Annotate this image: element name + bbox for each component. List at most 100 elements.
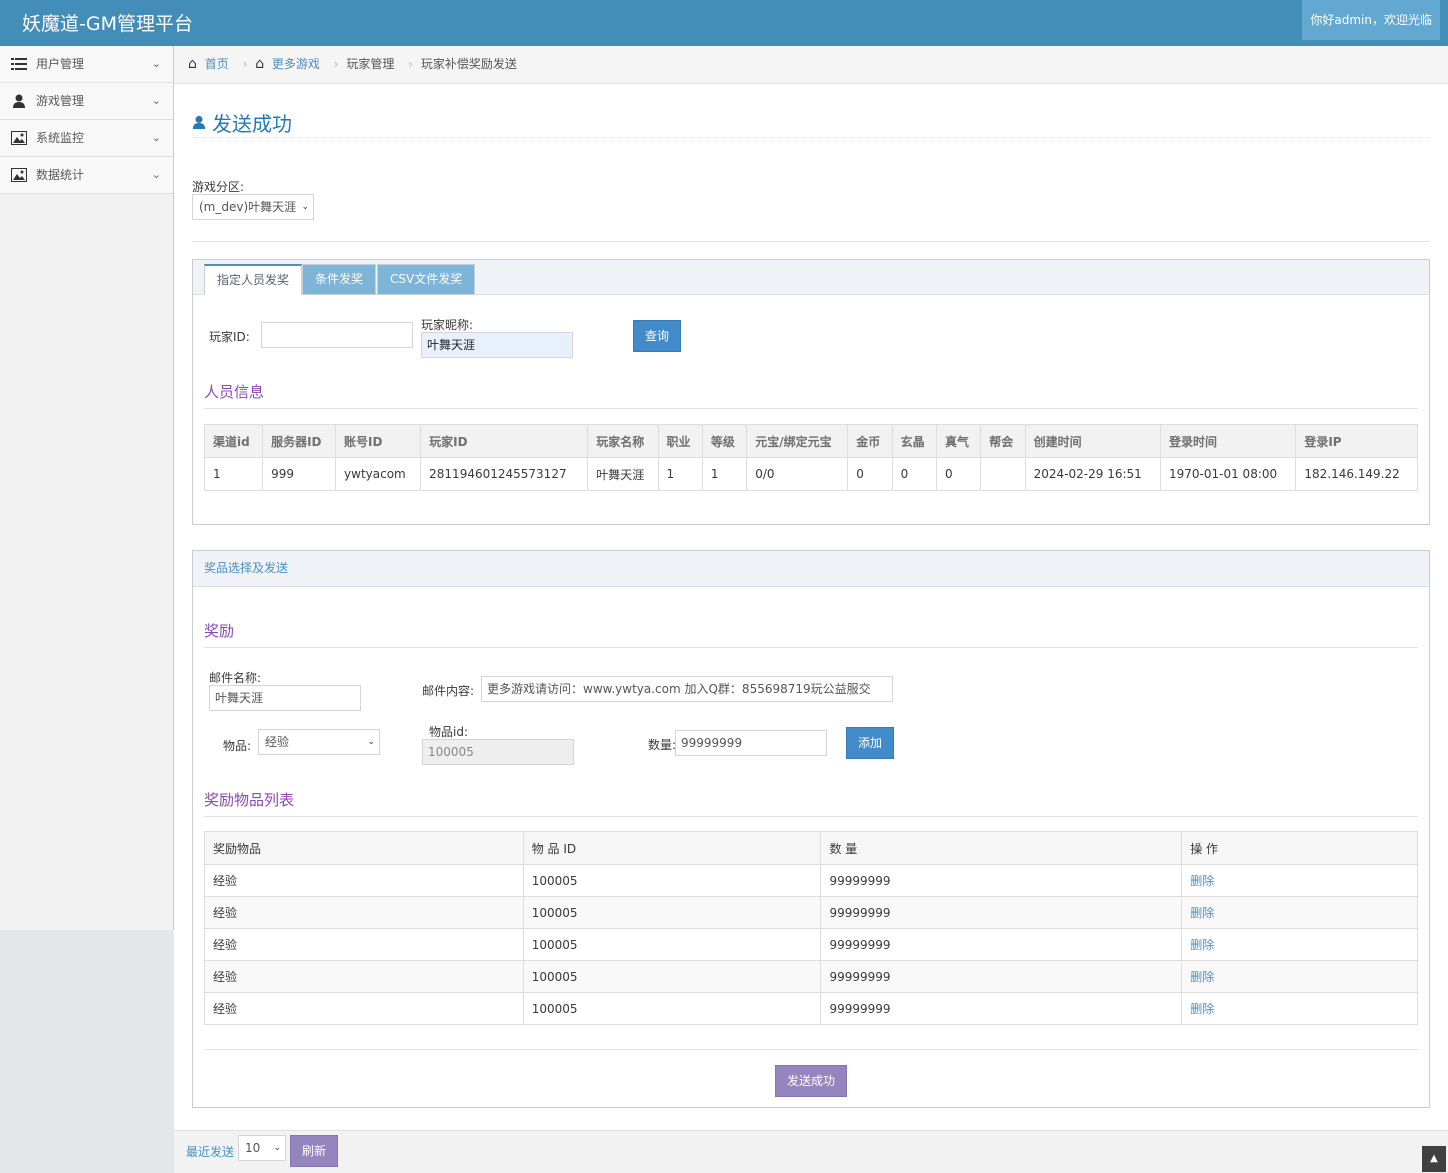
table-cell: 99999999	[820, 928, 1183, 961]
table-row: 经验 100005 99999999 删除	[204, 992, 1418, 1025]
delete-link[interactable]: 删除	[1181, 992, 1418, 1025]
column-header: 操 作	[1181, 831, 1418, 865]
quantity-input[interactable]: 99999999	[675, 730, 827, 756]
player-search-widget: 指定人员发奖 条件发奖 CSV文件发奖 玩家ID: 玩家昵称: 叶舞天涯 查询 …	[192, 259, 1430, 525]
table-cell: 2024-02-29 16:51	[1024, 457, 1162, 491]
table-cell	[980, 457, 1026, 491]
column-header: 物 品 ID	[522, 831, 822, 865]
zone-select-value: (m_dev)叶舞天涯	[199, 200, 297, 214]
mail-content-input[interactable]: 更多游戏请访问：www.ywtya.com 加入Q群：855698719玩公益服…	[481, 676, 893, 702]
delete-link[interactable]: 删除	[1181, 928, 1418, 961]
column-header: 创建时间	[1024, 424, 1162, 458]
item-select[interactable]: 经验 ⌄	[258, 729, 380, 755]
table-cell: 100005	[522, 864, 822, 897]
table-cell: 100005	[522, 896, 822, 929]
table-cell: 0	[847, 457, 893, 491]
column-header: 登录时间	[1159, 424, 1297, 458]
table-cell: 0/0	[746, 457, 849, 491]
sidebar-item-user-management[interactable]: 用户管理 ⌄	[0, 46, 173, 83]
send-button[interactable]: 发送成功	[775, 1065, 847, 1097]
refresh-button[interactable]: 刷新	[290, 1135, 338, 1167]
table-cell: 0	[935, 457, 982, 491]
table-cell: 99999999	[820, 864, 1183, 897]
column-header: 职业	[657, 424, 703, 458]
add-button[interactable]: 添加	[846, 727, 894, 759]
chevron-down-icon: ⌄	[151, 131, 161, 144]
column-header: 奖励物品	[204, 831, 524, 865]
breadcrumb-separator: ›	[333, 57, 339, 71]
mail-content-label: 邮件内容:	[422, 684, 475, 698]
nickname-input[interactable]: 叶舞天涯	[421, 332, 573, 358]
recent-count-value: 10	[245, 1141, 261, 1155]
table-row: 经验 100005 99999999 删除	[204, 864, 1418, 897]
table-row: 经验 100005 99999999 删除	[204, 896, 1418, 929]
chevron-down-icon: ⌄	[273, 1143, 281, 1153]
user-icon	[192, 115, 206, 129]
recent-count-select[interactable]: 10 ⌄	[238, 1135, 286, 1161]
tab-bar: 指定人员发奖 条件发奖 CSV文件发奖	[193, 260, 1429, 295]
column-header: 账号ID	[335, 424, 422, 458]
picture-icon	[11, 168, 27, 182]
delete-link[interactable]: 删除	[1181, 960, 1418, 993]
divider	[204, 408, 1418, 409]
list-icon	[11, 58, 27, 70]
table-cell: 100005	[522, 928, 822, 961]
player-info-table: 渠道id 服务器ID 账号ID 玩家ID 玩家名称 职业 等级 元宝/绑定元宝 金币 玄晶 真气 帮会…	[203, 424, 1418, 491]
nickname-label: 玩家昵称:	[421, 318, 474, 332]
table-cell: 182.146.149.22	[1295, 457, 1418, 491]
top-navbar: 妖魔道-GM管理平台 你好admin，欢迎光临	[0, 0, 1448, 46]
mail-name-label: 邮件名称:	[209, 671, 262, 685]
recent-send-bar: 最近发送 10 ⌄ 刷新	[174, 1130, 1448, 1173]
table-cell: 281194601245573127	[420, 457, 589, 491]
table-row: 经验 100005 99999999 删除	[204, 928, 1418, 961]
reward-list-title: 奖励物品列表	[204, 791, 295, 809]
table-cell: 经验	[204, 864, 524, 897]
picture-icon	[11, 131, 27, 145]
sidebar-item-label: 数据统计	[36, 168, 85, 182]
table-cell: 经验	[204, 960, 524, 993]
table-cell: 99999999	[820, 896, 1183, 929]
breadcrumb-player-management: 玩家管理	[346, 57, 395, 71]
breadcrumb: ⌂ 首页 › ⌂ 更多游戏 › 玩家管理 › 玩家补偿奖励发送	[174, 46, 1448, 84]
tab-specified-players[interactable]: 指定人员发奖	[204, 264, 303, 295]
table-cell: 1	[701, 457, 748, 491]
scroll-top-button[interactable]: ▲	[1422, 1146, 1446, 1172]
item-id-label: 物品id:	[429, 725, 468, 739]
divider	[204, 1049, 1418, 1050]
divider	[204, 816, 1418, 817]
tab-conditional[interactable]: 条件发奖	[302, 264, 377, 295]
column-header: 金币	[847, 424, 893, 458]
column-header: 服务器ID	[262, 424, 337, 458]
column-header: 玄晶	[891, 424, 937, 458]
column-header: 玩家名称	[587, 424, 659, 458]
zone-select[interactable]: (m_dev)叶舞天涯 ⌄	[192, 194, 314, 220]
table-header-row: 渠道id 服务器ID 账号ID 玩家ID 玩家名称 职业 等级 元宝/绑定元宝 金币 玄晶 真气 帮会…	[203, 424, 1418, 458]
player-id-input[interactable]	[261, 322, 413, 348]
sidebar-item-system-monitor[interactable]: 系统监控 ⌄	[0, 120, 173, 157]
user-icon	[13, 94, 25, 108]
chevron-down-icon: ⌄	[151, 94, 161, 107]
mail-name-input[interactable]: 叶舞天涯	[209, 685, 361, 711]
breadcrumb-home[interactable]: 首页	[205, 57, 229, 71]
user-greeting[interactable]: 你好admin，欢迎光临	[1302, 0, 1440, 40]
player-info-title: 人员信息	[204, 383, 265, 401]
sidebar-item-label: 系统监控	[36, 131, 85, 145]
table-cell: 100005	[522, 960, 822, 993]
chevron-down-icon: ⌄	[151, 168, 161, 181]
table-cell: 99999999	[820, 992, 1183, 1025]
divider	[192, 241, 1430, 242]
brand-title[interactable]: 妖魔道-GM管理平台	[22, 9, 193, 36]
delete-link[interactable]: 删除	[1181, 896, 1418, 929]
delete-link[interactable]: 删除	[1181, 864, 1418, 897]
page-title: 发送成功	[212, 112, 292, 136]
column-header: 真气	[935, 424, 982, 458]
sidebar-item-label: 游戏管理	[36, 94, 85, 108]
tab-csv-file[interactable]: CSV文件发奖	[377, 264, 476, 295]
double-chevron-up-icon: ▲	[1430, 1153, 1438, 1164]
breadcrumb-more-games[interactable]: 更多游戏	[272, 57, 320, 71]
item-id-input[interactable]: 100005	[422, 739, 574, 765]
sidebar-item-game-management[interactable]: 游戏管理 ⌄	[0, 83, 173, 120]
query-button[interactable]: 查询	[633, 320, 681, 352]
table-cell: 经验	[204, 896, 524, 929]
sidebar-item-data-statistics[interactable]: 数据统计 ⌄	[0, 157, 173, 194]
